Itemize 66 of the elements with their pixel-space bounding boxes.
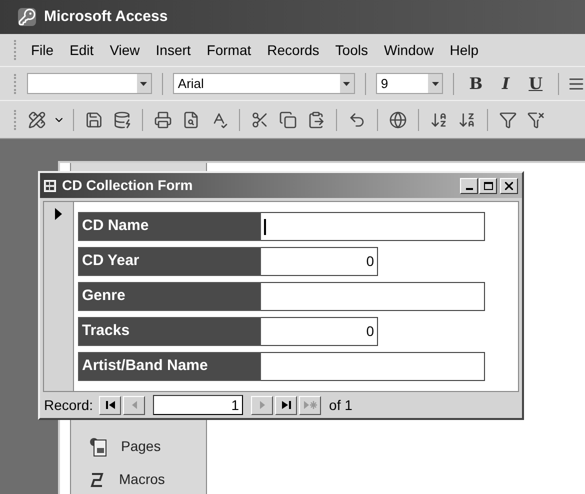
input-field[interactable]: 0 — [261, 317, 378, 346]
record-count: of 1 — [329, 396, 352, 414]
close-icon — [505, 182, 513, 190]
last-record-button[interactable] — [275, 396, 298, 414]
last-icon — [282, 401, 291, 409]
input-field[interactable] — [261, 352, 485, 381]
italic-button[interactable]: I — [494, 72, 518, 96]
minimize-button[interactable] — [460, 178, 478, 194]
record-number-field[interactable]: 1 — [153, 395, 244, 415]
next-icon — [260, 401, 265, 409]
field-label: Artist/Band Name — [78, 352, 261, 381]
print-icon — [154, 110, 172, 128]
font-combo[interactable]: Arial — [172, 73, 355, 94]
clear-filter-icon — [527, 110, 545, 128]
menu-item[interactable]: Help — [444, 40, 485, 60]
sort-descending-icon — [458, 110, 476, 128]
menu-item[interactable]: Insert — [150, 40, 197, 60]
copy-icon — [279, 110, 297, 128]
object-combo[interactable] — [26, 73, 152, 94]
toolbar-grip-icon — [14, 74, 17, 94]
first-icon — [106, 401, 115, 409]
field-label: CD Year — [78, 247, 261, 276]
underline-button[interactable]: U — [524, 72, 548, 96]
design-view-icon — [28, 110, 46, 128]
toolbar-grip-icon — [14, 40, 17, 60]
field-label: CD Name — [78, 212, 261, 241]
paste-icon — [307, 110, 325, 128]
field-label: Tracks — [78, 317, 261, 346]
menu-item[interactable]: Records — [261, 40, 326, 60]
menu-item[interactable]: File — [25, 40, 60, 60]
maximize-button[interactable] — [479, 178, 497, 194]
menu-item[interactable]: Window — [378, 40, 440, 60]
object-list-item[interactable]: Pages — [71, 436, 206, 457]
cut-icon — [251, 110, 269, 128]
toolbar-grip-icon — [14, 110, 17, 130]
globe-icon — [389, 110, 407, 128]
field-label: Genre — [78, 282, 261, 311]
menu-item[interactable]: Edit — [64, 40, 100, 60]
input-field[interactable] — [261, 212, 485, 241]
menu-item[interactable]: Tools — [329, 40, 374, 60]
page-icon — [89, 436, 107, 456]
object-list-item[interactable]: Macros — [71, 469, 206, 490]
form-title: CD Collection Form — [62, 176, 194, 195]
previous-record-button[interactable] — [123, 396, 146, 414]
current-record-icon — [55, 208, 62, 220]
first-record-button[interactable] — [99, 396, 122, 414]
close-button[interactable] — [500, 178, 518, 194]
input-field[interactable]: 0 — [261, 247, 378, 276]
print-preview-icon — [182, 110, 200, 128]
previous-icon — [132, 401, 137, 409]
filter-icon — [499, 110, 517, 128]
key-icon — [18, 8, 36, 26]
form-icon — [44, 180, 56, 192]
next-record-button[interactable] — [251, 396, 274, 414]
record-label: Record: — [44, 396, 94, 414]
save-icon — [85, 110, 103, 128]
bold-button[interactable]: B — [464, 72, 488, 96]
input-field[interactable] — [261, 282, 485, 311]
sort-ascending-icon — [430, 110, 448, 128]
new-record-button[interactable] — [299, 396, 322, 414]
font-size-combo[interactable]: 9 — [376, 73, 444, 94]
app-title: Microsoft Access — [44, 6, 168, 27]
undo-icon — [348, 110, 366, 128]
new-record-icon — [304, 401, 317, 409]
menu-item[interactable]: Format — [200, 40, 258, 60]
menu-item[interactable]: View — [104, 40, 146, 60]
